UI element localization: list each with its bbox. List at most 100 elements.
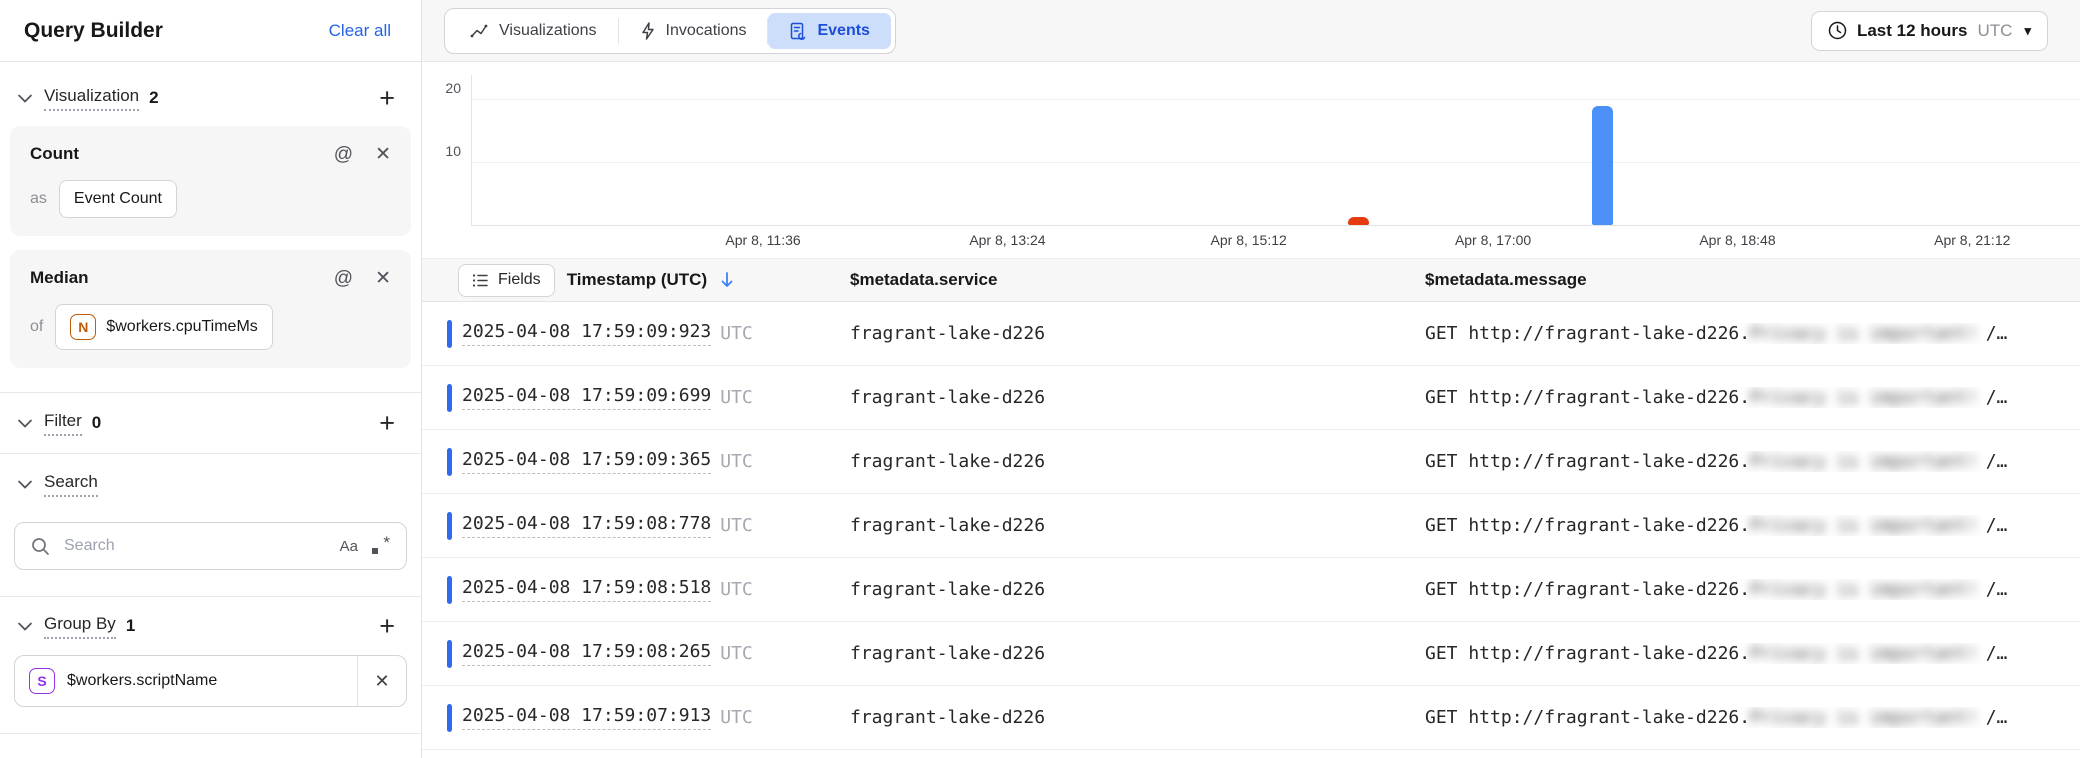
timestamp-value[interactable]: 2025-04-08 17:59:07:913 [462, 705, 711, 730]
table-row[interactable]: 2025-04-08 17:59:07:913UTCfragrant-lake-… [422, 686, 2080, 750]
table-row[interactable]: 2025-04-08 17:59:08:265UTCfragrant-lake-… [422, 622, 2080, 686]
timestamp-value[interactable]: 2025-04-08 17:59:09:923 [462, 321, 711, 346]
workers-observability-page: Query Builder Clear all Visualization 2 … [0, 0, 2080, 758]
remove-group-by-button[interactable]: ✕ [358, 656, 406, 706]
table-row[interactable]: 2025-04-08 17:59:09:699UTCfragrant-lake-… [422, 366, 2080, 430]
search-section-header: Search [10, 454, 411, 514]
view-tab-group: Visualizations Invocations Events [444, 8, 896, 54]
message-value: GET http://fragrant-lake-d226.Privacy is… [1425, 323, 2080, 344]
close-icon[interactable]: ✕ [375, 269, 391, 288]
service-value: fragrant-lake-d226 [850, 323, 1425, 344]
y-axis-tick: 20 [423, 80, 461, 96]
chevron-down-icon[interactable] [18, 480, 32, 489]
search-input[interactable] [62, 536, 328, 556]
timestamp-value[interactable]: 2025-04-08 17:59:08:518 [462, 577, 711, 602]
fields-list-icon [472, 273, 489, 288]
visualization-section-label[interactable]: Visualization [44, 86, 139, 111]
match-case-icon[interactable]: Aa [340, 538, 358, 555]
gridline [472, 162, 2080, 163]
regex-icon[interactable]: * [370, 536, 390, 556]
tab-invocations[interactable]: Invocations [619, 13, 768, 49]
numeric-type-badge: N [70, 314, 96, 340]
search-section-label[interactable]: Search [44, 472, 98, 497]
group-by-section-label[interactable]: Group By [44, 614, 116, 639]
message-suffix: /… [1986, 515, 2008, 536]
message-value: GET http://fragrant-lake-d226.Privacy is… [1425, 515, 2080, 536]
event-marker-bar [447, 512, 452, 540]
event-marker-bar [447, 704, 452, 732]
clock-icon [1828, 21, 1847, 40]
close-icon[interactable]: ✕ [375, 145, 391, 164]
group-by-item[interactable]: S $workers.scriptName ✕ [14, 655, 407, 707]
filter-section-header: Filter 0 + [10, 393, 411, 453]
message-prefix: GET http://fragrant-lake-d226. [1425, 387, 1750, 408]
chart-plot[interactable]: 1020Apr 8, 11:36Apr 8, 13:24Apr 8, 15:12… [471, 75, 2080, 226]
timezone-label: UTC [720, 707, 753, 728]
sort-descending-icon[interactable] [719, 271, 735, 289]
service-value: fragrant-lake-d226 [850, 515, 1425, 536]
message-redacted: Privacy is important! [1750, 707, 1978, 728]
column-header-message[interactable]: $metadata.message [1425, 270, 2080, 290]
chevron-down-icon[interactable] [18, 419, 32, 428]
message-suffix: /… [1986, 451, 2008, 472]
add-group-by-button[interactable]: + [377, 613, 397, 640]
events-histogram: 1020Apr 8, 11:36Apr 8, 13:24Apr 8, 15:12… [422, 62, 2080, 258]
filter-section-label[interactable]: Filter [44, 411, 82, 436]
message-suffix: /… [1986, 643, 2008, 664]
timestamp-value[interactable]: 2025-04-08 17:59:09:699 [462, 385, 711, 410]
message-redacted: Privacy is important! [1750, 643, 1978, 664]
table-row[interactable]: 2025-04-08 17:59:08:518UTCfragrant-lake-… [422, 558, 2080, 622]
timestamp-value[interactable]: 2025-04-08 17:59:08:265 [462, 641, 711, 666]
x-axis-tick: Apr 8, 18:48 [1699, 232, 1775, 248]
query-builder-sidebar: Query Builder Clear all Visualization 2 … [0, 0, 422, 758]
message-prefix: GET http://fragrant-lake-d226. [1425, 643, 1750, 664]
timezone-label: UTC [720, 451, 753, 472]
card-title: Median [30, 268, 89, 288]
field-value: $workers.cpuTimeMs [106, 318, 257, 336]
add-filter-button[interactable]: + [377, 410, 397, 437]
group-by-field: $workers.scriptName [67, 672, 357, 690]
x-axis-tick: Apr 8, 15:12 [1211, 232, 1287, 248]
event-marker-bar [447, 384, 452, 412]
column-header-timestamp[interactable]: Timestamp (UTC) [567, 270, 707, 290]
clear-all-button[interactable]: Clear all [323, 20, 397, 42]
fields-button[interactable]: Fields [458, 264, 555, 297]
time-range-selector[interactable]: Last 12 hours UTC ▾ [1811, 11, 2048, 51]
add-visualization-button[interactable]: + [377, 85, 397, 112]
chevron-down-icon[interactable] [18, 94, 32, 103]
table-row[interactable]: 2025-04-08 17:59:08:778UTCfragrant-lake-… [422, 494, 2080, 558]
tab-visualizations[interactable]: Visualizations [449, 13, 618, 49]
histogram-bar[interactable] [1348, 217, 1369, 225]
events-log-icon [789, 22, 807, 40]
message-prefix: GET http://fragrant-lake-d226. [1425, 323, 1750, 344]
message-prefix: GET http://fragrant-lake-d226. [1425, 451, 1750, 472]
column-header-service[interactable]: $metadata.service [850, 270, 1425, 290]
histogram-bar[interactable] [1592, 106, 1613, 225]
table-row[interactable]: 2025-04-08 17:59:09:365UTCfragrant-lake-… [422, 430, 2080, 494]
alias-value-box[interactable]: Event Count [59, 180, 177, 218]
message-value: GET http://fragrant-lake-d226.Privacy is… [1425, 451, 2080, 472]
chevron-down-icon[interactable] [18, 622, 32, 631]
message-suffix: /… [1986, 579, 2008, 600]
message-redacted: Privacy is important! [1750, 387, 1978, 408]
field-value-box[interactable]: N $workers.cpuTimeMs [55, 304, 272, 350]
message-value: GET http://fragrant-lake-d226.Privacy is… [1425, 707, 2080, 728]
alias-value: Event Count [74, 190, 162, 208]
table-row[interactable]: 2025-04-08 17:59:09:923 UTC fragrant-lake-… [422, 302, 2080, 366]
tab-events[interactable]: Events [768, 13, 890, 49]
y-axis-tick: 10 [423, 143, 461, 159]
timestamp-value[interactable]: 2025-04-08 17:59:08:778 [462, 513, 711, 538]
visualization-section-header: Visualization 2 + [10, 74, 411, 122]
alias-at-icon[interactable]: @ [334, 145, 353, 164]
service-value: fragrant-lake-d226 [850, 579, 1425, 600]
alias-at-icon[interactable]: @ [334, 269, 353, 288]
service-value: fragrant-lake-d226 [850, 387, 1425, 408]
timezone-label: UTC [720, 323, 753, 344]
message-prefix: GET http://fragrant-lake-d226. [1425, 579, 1750, 600]
message-suffix: /… [1986, 323, 2008, 344]
top-bar: Visualizations Invocations Events [422, 0, 2080, 62]
timestamp-value[interactable]: 2025-04-08 17:59:09:365 [462, 449, 711, 474]
timezone-label: UTC [1978, 21, 2013, 41]
string-type-badge: S [29, 668, 55, 694]
results-panel: Visualizations Invocations Events [422, 0, 2080, 758]
